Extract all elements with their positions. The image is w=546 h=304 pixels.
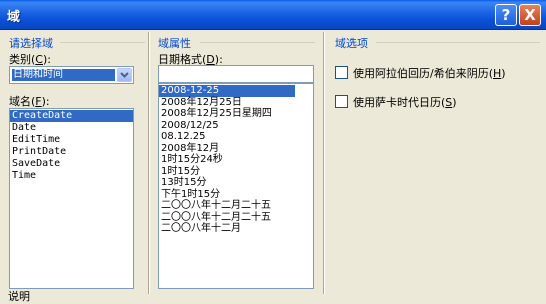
list-item[interactable]: PrintDate: [10, 146, 133, 158]
list-item[interactable]: 2008年12月: [159, 143, 313, 155]
list-item[interactable]: 08.12.25: [159, 131, 313, 143]
list-item[interactable]: 1时15分24秒: [159, 154, 313, 166]
section-separator: [376, 42, 540, 43]
list-item[interactable]: EditTime: [10, 134, 133, 146]
select-field-section-title: 请选择域: [9, 37, 53, 50]
list-item[interactable]: 2008/12/25: [159, 120, 313, 132]
field-properties-section-title: 域属性: [158, 37, 191, 50]
saka-calendar-checkbox[interactable]: [335, 95, 348, 108]
list-item[interactable]: 二〇〇八年十二月二十五: [159, 200, 313, 212]
list-item[interactable]: 2008年12月25日: [159, 97, 313, 109]
date-format-list[interactable]: 2008-12-25 2008年12月25日 2008年12月25日星期四 2008/…: [158, 83, 314, 289]
list-item[interactable]: 二〇〇八年十二月: [159, 223, 313, 235]
list-item[interactable]: 下午1时15分: [159, 189, 313, 201]
field-names-list[interactable]: CreateDate Date EditTime PrintDate SaveDate T…: [9, 108, 134, 289]
field-names-label: 域名(F):: [9, 95, 50, 108]
dropdown-button[interactable]: [117, 68, 132, 82]
section-separator: [60, 42, 145, 43]
list-item[interactable]: 2008-12-25: [159, 85, 295, 97]
close-icon: X: [524, 6, 536, 24]
help-icon: ?: [501, 6, 511, 24]
date-format-input[interactable]: [158, 65, 314, 83]
section-separator: [200, 42, 315, 43]
panel-divider: [148, 32, 150, 294]
category-label: 类别(C):: [9, 53, 51, 66]
chevron-down-icon: [120, 72, 129, 78]
list-item[interactable]: Time: [10, 170, 133, 182]
category-selected-value: 日期和时间: [12, 69, 115, 81]
hijri-calendar-label[interactable]: 使用阿拉伯回历/希伯来阴历(H): [353, 65, 506, 81]
list-item[interactable]: 二〇〇八年十二月二十五: [159, 212, 313, 224]
list-item[interactable]: 13时15分: [159, 177, 313, 189]
title-bar[interactable]: 域 ? X: [0, 0, 546, 30]
list-item[interactable]: 2008年12月25日星期四: [159, 108, 313, 120]
panel-divider: [323, 32, 325, 294]
list-item[interactable]: Date: [10, 122, 133, 134]
list-item[interactable]: CreateDate: [10, 110, 133, 122]
category-select[interactable]: 日期和时间: [9, 66, 134, 84]
hijri-calendar-checkbox[interactable]: [335, 66, 348, 79]
list-item[interactable]: 1时15分: [159, 166, 313, 178]
help-button[interactable]: ?: [495, 4, 517, 26]
close-button[interactable]: X: [519, 4, 541, 26]
saka-calendar-label[interactable]: 使用萨卡时代日历(S): [353, 94, 457, 110]
field-options-section-title: 域选项: [335, 37, 368, 50]
description-label: 说明: [8, 290, 30, 303]
list-item[interactable]: SaveDate: [10, 158, 133, 170]
window-title: 域: [7, 10, 21, 25]
